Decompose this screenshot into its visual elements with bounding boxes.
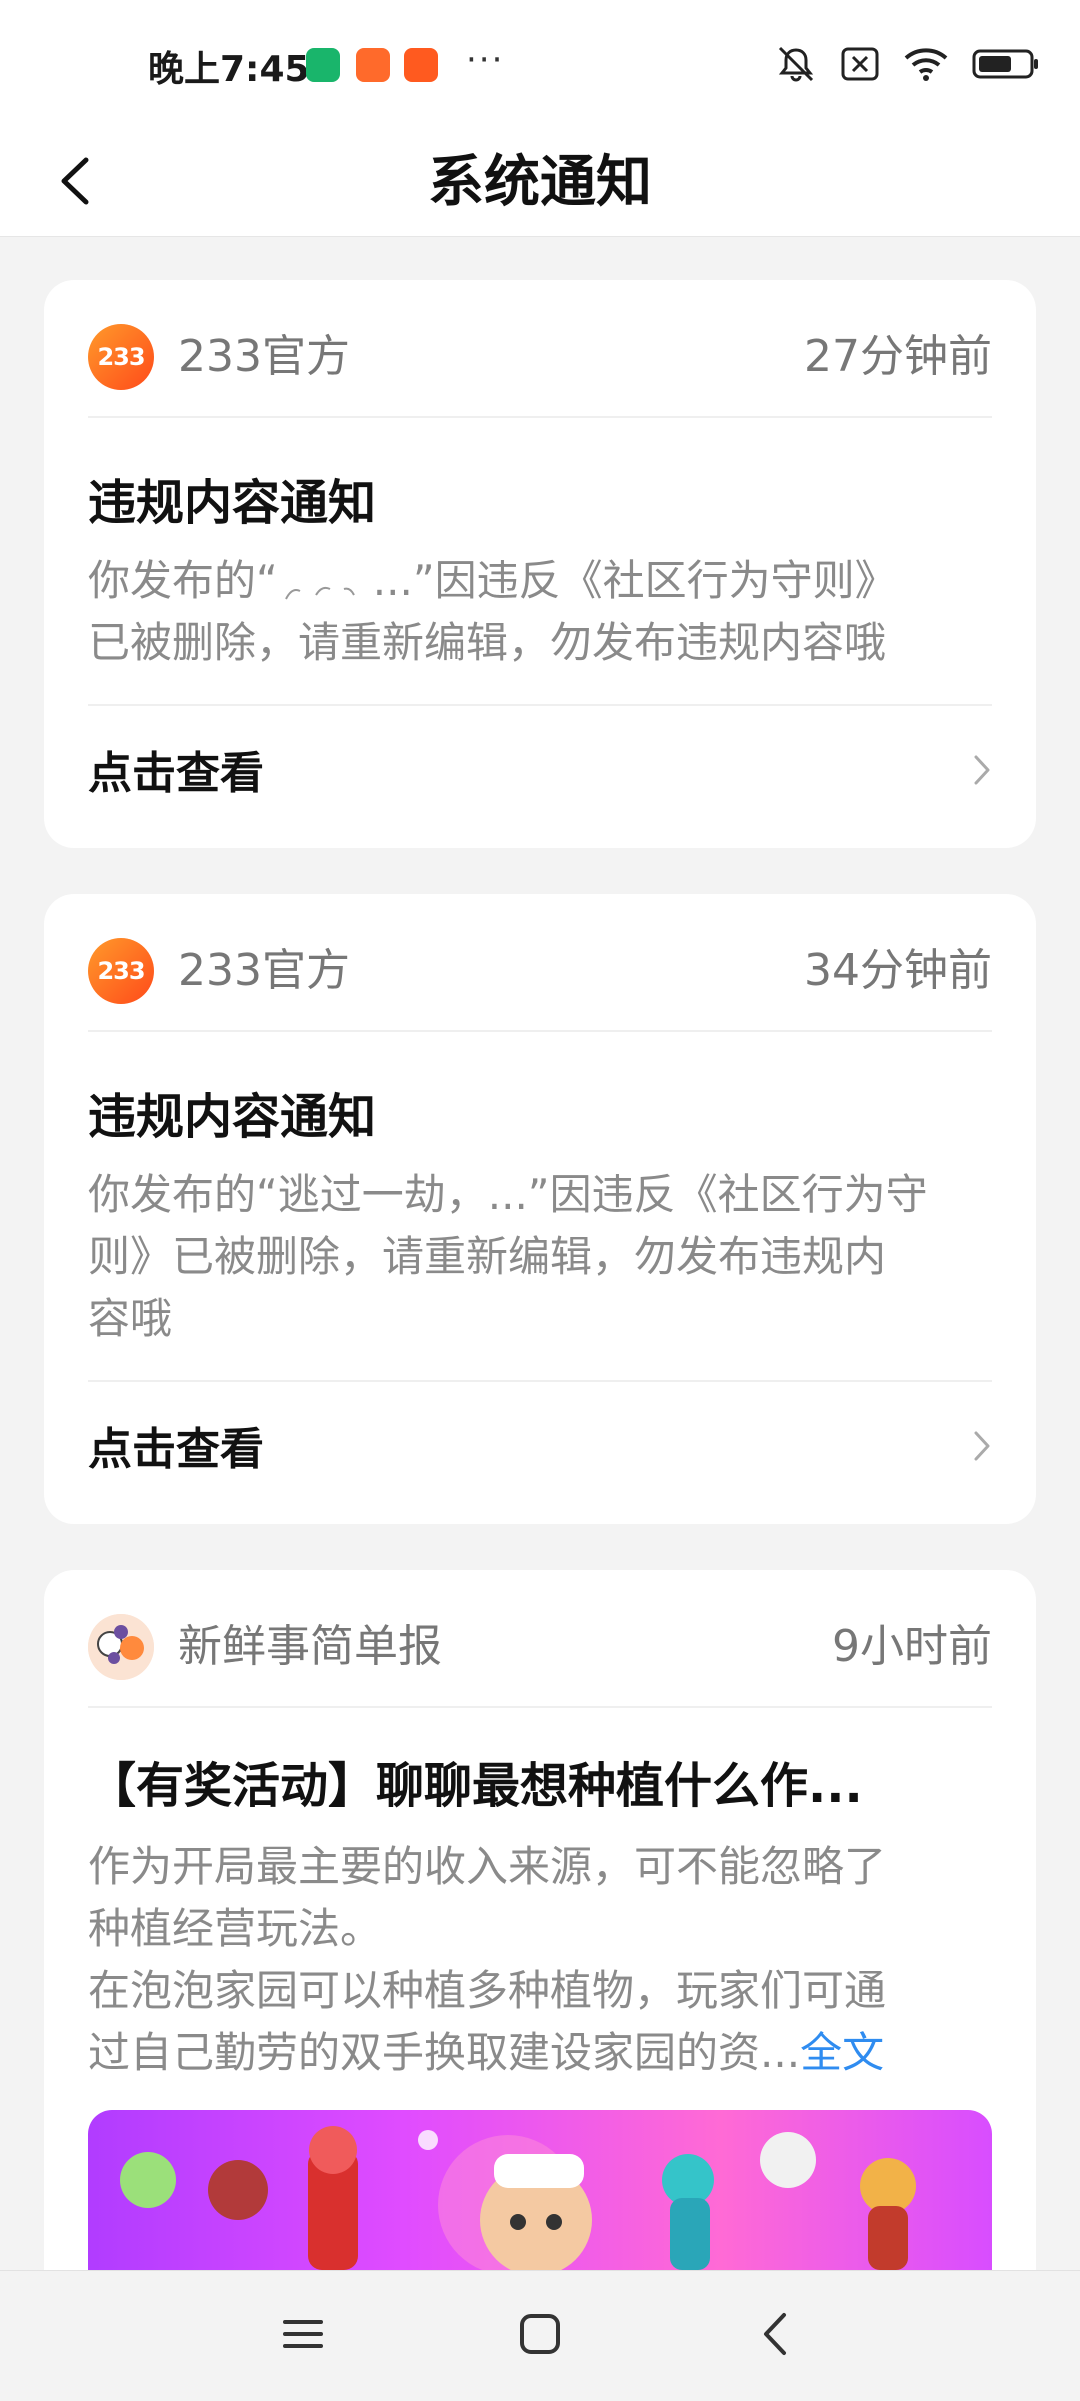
body-line-2: 已被删除，请重新编辑，勿发布违规内容哦 xyxy=(88,618,887,667)
chevron-right-icon xyxy=(972,1400,992,1500)
view-details-label: 点击查看 xyxy=(88,748,264,799)
chevron-right-icon xyxy=(972,724,992,824)
notification-card: 233 233官方 27分钟前 违规内容通知 你发布的“ ...”因违反《社区行为… xyxy=(44,280,1036,848)
notification-title: 违规内容通知 xyxy=(88,1089,377,1145)
menu-icon xyxy=(281,2314,325,2358)
shopping-app-icon xyxy=(356,48,390,82)
notification-card[interactable]: 新鲜事简单报 9小时前 【有奖活动】聊聊最想种植什么作... 作为开局最主要的收… xyxy=(44,1570,1036,2270)
body-line-2: 种植经营玩法。 xyxy=(88,1904,383,1953)
notification-time: 27分钟前 xyxy=(804,331,992,382)
notification-time: 9小时前 xyxy=(832,1621,992,1672)
menu-button[interactable] xyxy=(268,2301,338,2371)
card-divider xyxy=(88,704,992,706)
body-line-3: 在泡泡家园可以种植多种植物，玩家们可通 xyxy=(88,1966,887,2015)
sender-name: 233官方 xyxy=(178,945,350,996)
notification-body: 作为开局最主要的收入来源，可不能忽略了 种植经营玩法。 在泡泡家园可以种植多种植… xyxy=(88,1836,992,2084)
card-divider xyxy=(88,1380,992,1382)
body-line-1: 作为开局最主要的收入来源，可不能忽略了 xyxy=(88,1842,887,1891)
event-banner-image[interactable] xyxy=(88,2110,992,2270)
fulltext-link[interactable]: 全文 xyxy=(800,2028,884,2077)
back-icon xyxy=(760,2311,790,2361)
view-details-link[interactable]: 点击查看 xyxy=(88,724,992,824)
status-time: 晚上7:45 xyxy=(148,49,310,90)
wifi-icon xyxy=(902,46,950,86)
body-line-1: 你发布的“逃过一劫，...”因违反《社区行为守 xyxy=(88,1170,928,1219)
notification-body: 你发布的“逃过一劫，...”因违反《社区行为守 则》已被删除，请重新编辑，勿发布… xyxy=(88,1164,992,1350)
notification-card: 233 233官方 34分钟前 违规内容通知 你发布的“逃过一劫，...”因违反… xyxy=(44,894,1036,1524)
card-header: 233 233官方 34分钟前 xyxy=(88,894,992,1032)
view-details-label: 点击查看 xyxy=(88,1424,264,1475)
avatar-233-logo: 233 xyxy=(88,324,154,390)
body-line-1-prefix: 你发布的“ xyxy=(88,556,278,605)
mute-icon xyxy=(774,44,818,88)
sender-name: 233官方 xyxy=(178,331,350,382)
status-more-dots: ··· xyxy=(466,40,505,80)
notification-title: 【有奖活动】聊聊最想种植什么作... xyxy=(88,1758,863,1814)
battery-icon xyxy=(972,47,1040,85)
card-header: 新鲜事简单报 9小时前 xyxy=(88,1570,992,1708)
chevron-left-icon xyxy=(58,156,92,210)
body-line-4: 过自己勤劳的双手换取建设家园的资...全文 xyxy=(88,2022,992,2084)
page-header: 系统通知 xyxy=(0,130,1080,237)
shield-app-icon xyxy=(306,48,340,82)
card-header: 233 233官方 27分钟前 xyxy=(88,280,992,418)
notification-time: 34分钟前 xyxy=(804,945,992,996)
news-avatar xyxy=(88,1614,154,1680)
hidden-content-squiggle xyxy=(278,564,373,604)
home-button[interactable] xyxy=(505,2301,575,2371)
avatar-233-logo: 233 xyxy=(88,938,154,1004)
video-app-icon xyxy=(404,48,438,82)
page-title: 系统通知 xyxy=(428,150,652,215)
status-bar: 晚上7:45 ··· xyxy=(0,0,1080,130)
notification-body: 你发布的“ ...”因违反《社区行为守则》 已被删除，请重新编辑，勿发布违规内容哦 xyxy=(88,550,992,674)
home-icon xyxy=(518,2312,562,2360)
body-line-4-text: 过自己勤劳的双手换取建设家园的资... xyxy=(88,2028,801,2077)
view-details-link[interactable]: 点击查看 xyxy=(88,1400,992,1500)
notification-title: 违规内容通知 xyxy=(88,475,377,531)
sim-off-icon xyxy=(840,46,880,86)
body-line-3: 容哦 xyxy=(88,1294,173,1343)
body-line-1-suffix: ...”因违反《社区行为守则》 xyxy=(372,556,897,605)
system-back-button[interactable] xyxy=(740,2301,810,2371)
body-line-2: 则》已被删除，请重新编辑，勿发布违规内 xyxy=(88,1232,887,1281)
back-button[interactable] xyxy=(40,148,110,218)
body-line-1: 你发布的“ ...”因违反《社区行为守则》 xyxy=(88,550,992,612)
sender-name: 新鲜事简单报 xyxy=(178,1621,442,1672)
system-nav-bar xyxy=(0,2270,1080,2401)
status-right-icons xyxy=(774,46,1040,86)
